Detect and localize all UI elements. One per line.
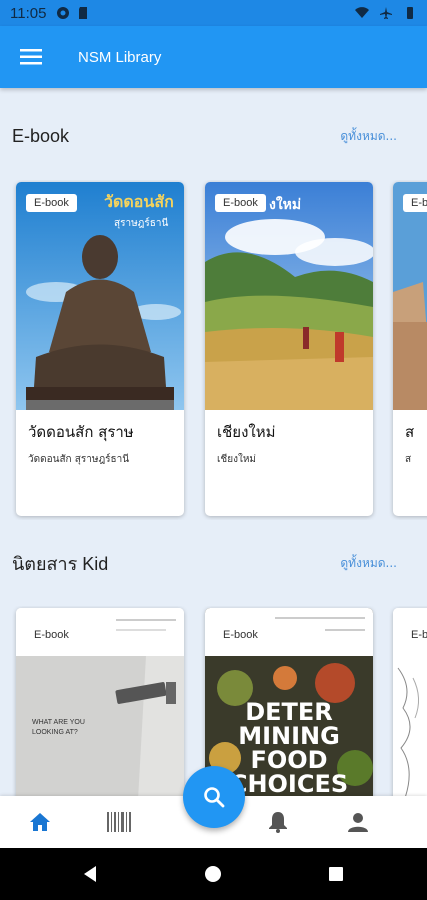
book-card[interactable]: E-book วัดดอนสัก สุราษฎร์ธานี วัดดอนสัก … (16, 182, 184, 516)
book-card[interactable]: E-book (393, 608, 427, 796)
book-card[interactable]: E-book WHAT ARE YOU LOOKING AT? (16, 608, 184, 796)
book-cover-image: E-book วัดดอนสัก สุราษฎร์ธานี (16, 182, 184, 410)
book-cover-image: E-book (393, 182, 427, 410)
home-circle-icon[interactable] (203, 864, 223, 884)
book-title: เชียงใหม่ (217, 423, 276, 441)
system-navigation-bar (0, 848, 427, 900)
back-icon[interactable] (80, 864, 100, 884)
status-bar: 11:05 (0, 0, 427, 26)
book-title: วัดดอนสัก สุราษ (28, 423, 134, 441)
ebook-badge: E-book (403, 626, 427, 644)
barcode-icon (107, 812, 131, 832)
section-header-ebook: E-book ดูทั้งหมด... (0, 122, 427, 150)
book-subtitle: วัดดอนสัก สุราษฎร์ธานี (28, 454, 130, 465)
ebook-badge: E-book (26, 194, 77, 212)
data-saver-icon (57, 7, 70, 19)
ebook-badge: E-book (215, 194, 266, 212)
book-cover-image: E-book DETER MINING FOOD CHOICES (205, 608, 373, 796)
book-cover-image: E-book งใหม่ (205, 182, 373, 410)
home-icon (30, 813, 50, 831)
recents-icon[interactable] (326, 864, 346, 884)
nav-notifications[interactable] (266, 810, 290, 834)
see-all-link[interactable]: ดูทั้งหมด... (340, 554, 415, 573)
search-icon (204, 787, 225, 808)
status-time: 11:05 (10, 4, 47, 22)
ebook-badge: E-book (403, 194, 427, 212)
sd-card-icon (79, 7, 88, 19)
see-all-link[interactable]: ดูทั้งหมด... (340, 127, 415, 146)
ebook-badge: E-book (26, 626, 77, 644)
cover-title-text: งใหม่ (269, 197, 302, 213)
book-subtitle: ส (405, 454, 412, 465)
book-card[interactable]: E-book ส ส (393, 182, 427, 516)
wifi-icon (355, 7, 369, 18)
section-header-kid: นิตยสาร Kid ดูทั้งหมด... (0, 548, 427, 578)
cover-subtitle-text: สุราษฎร์ธานี (114, 218, 169, 229)
cover-title-text: วัดดอนสัก (104, 192, 174, 211)
book-title: ส (405, 423, 415, 441)
ebook-row[interactable]: E-book วัดดอนสัก สุราษฎร์ธานี วัดดอนสัก … (0, 180, 427, 520)
battery-icon (407, 7, 413, 19)
cover-title-text: WHAT ARE YOU LOOKING AT? (32, 719, 85, 736)
book-subtitle: เชียงใหม่ (217, 454, 257, 465)
app-title: NSM Library (78, 48, 162, 66)
book-cover-image: E-book WHAT ARE YOU LOOKING AT? (16, 608, 184, 796)
person-icon (348, 813, 368, 832)
section-title: นิตยสาร Kid (12, 553, 109, 574)
nav-profile[interactable] (346, 810, 370, 834)
nav-barcode[interactable] (106, 810, 134, 834)
app-bar: NSM Library (0, 26, 427, 88)
menu-button[interactable] (0, 26, 62, 88)
book-card[interactable]: E-book DETER MINING FOOD CHOICES (205, 608, 373, 796)
airplane-icon (380, 7, 392, 19)
book-cover-image: E-book (393, 608, 427, 796)
nav-home[interactable] (28, 810, 52, 834)
book-card[interactable]: E-book งใหม่ เชียงใหม่ เชียงใหม่ (205, 182, 373, 516)
ebook-badge: E-book (215, 626, 266, 644)
section-title: E-book (12, 125, 70, 146)
menu-icon (20, 49, 42, 65)
bell-icon (269, 812, 287, 833)
search-fab-button[interactable] (183, 766, 245, 828)
